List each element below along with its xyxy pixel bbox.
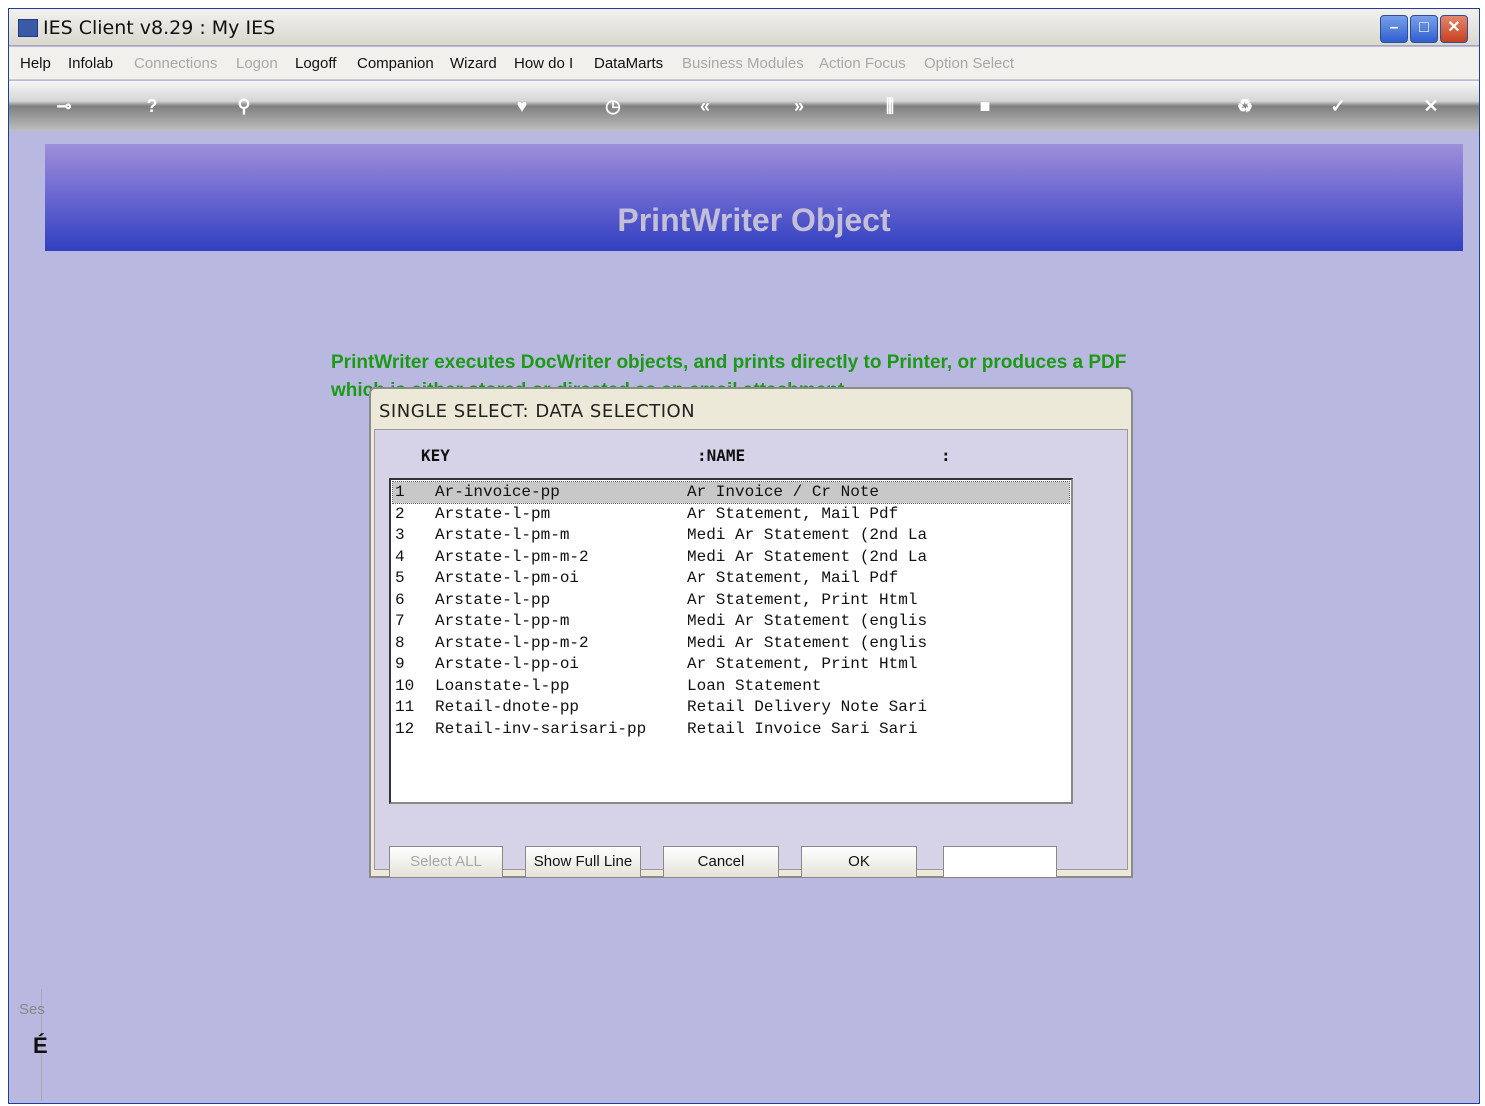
toolbar: ⊸ ? ⚲ ♥ ◷ « » ⫼ ■ ♻ ✓ ✕	[9, 81, 1479, 131]
cancel-button[interactable]: Cancel	[663, 846, 779, 878]
check-icon[interactable]: ✓	[1325, 93, 1351, 119]
row-key: Arstate-l-pp-m-2	[435, 633, 589, 652]
list-item[interactable]: 5 Arstate-l-pm-oi Ar Statement, Mail Pdf	[393, 568, 1069, 589]
row-name: Loan Statement	[687, 676, 822, 695]
selection-input[interactable]	[943, 846, 1057, 878]
list-item[interactable]: 2 Arstate-l-pm Ar Statement, Mail Pdf	[393, 504, 1069, 525]
row-name: Medi Ar Statement (2nd La	[687, 547, 928, 566]
column-header-name: :NAME	[697, 446, 746, 465]
row-name: Medi Ar Statement (englis	[687, 633, 928, 652]
row-name: Medi Ar Statement (englis	[687, 612, 928, 630]
row-name: Retail Invoice Sari Sari	[687, 719, 918, 738]
row-key: Ar-invoice-pp	[435, 483, 560, 501]
list-item[interactable]: 4 Arstate-l-pm-m-2 Medi Ar Statement (2nd …	[393, 547, 1069, 568]
row-key: Arstate-l-pp	[435, 590, 551, 609]
row-key: Retail-dnote-pp	[435, 698, 580, 716]
list-item[interactable]: 1 Ar-invoice-pp Ar Invoice / Cr Note	[392, 481, 1070, 504]
row-key: Retail-inv-sarisari-pp	[435, 719, 647, 738]
app-icon	[18, 19, 38, 37]
row-number: 12	[395, 719, 415, 738]
list-item[interactable]: 10 Loanstate-l-pp Loan Statement	[393, 676, 1069, 697]
title-bar[interactable]: IES Client v8.29 : My IES – □ ✕	[9, 9, 1479, 46]
row-number: 6	[395, 590, 405, 609]
column-header-key: KEY	[421, 446, 450, 465]
list-item[interactable]: 6 Arstate-l-pp Ar Statement, Print Html	[393, 590, 1069, 611]
help-icon[interactable]: ?	[139, 93, 165, 119]
row-key: Arstate-l-pm-oi	[435, 569, 580, 587]
menu-bar: Help Infolab Connections Logon Logoff Co…	[9, 47, 1479, 80]
row-name: Ar Statement, Mail Pdf	[687, 569, 899, 587]
row-number: 7	[395, 612, 405, 630]
row-name: Ar Statement, Print Html	[687, 590, 918, 609]
menu-logon[interactable]: Logon	[236, 55, 278, 72]
row-name: Retail Delivery Note Sari	[687, 698, 928, 716]
row-name: Ar Statement, Mail Pdf	[687, 504, 899, 523]
row-key: Arstate-l-pm-m	[435, 526, 570, 544]
row-key: Arstate-l-pp-m	[435, 612, 570, 630]
row-key: Arstate-l-pp-oi	[435, 655, 580, 673]
show-full-line-button[interactable]: Show Full Line	[525, 846, 641, 878]
menu-connections[interactable]: Connections	[134, 55, 217, 72]
recycle-icon[interactable]: ♻	[1232, 93, 1258, 119]
key-icon[interactable]: ⊸	[39, 93, 89, 119]
back-icon[interactable]: «	[692, 93, 718, 119]
select-all-button[interactable]: Select ALL	[389, 846, 503, 878]
row-name: Ar Statement, Print Html	[687, 655, 918, 673]
clock-icon[interactable]: ◷	[600, 93, 626, 119]
row-number: 2	[395, 504, 405, 523]
forward-icon[interactable]: »	[786, 93, 812, 119]
dialog-title: SINGLE SELECT: DATA SELECTION	[379, 401, 696, 422]
menu-help[interactable]: Help	[20, 55, 51, 72]
menu-datamarts[interactable]: DataMarts	[594, 55, 663, 72]
status-label: Ses	[19, 1001, 45, 1018]
search-icon[interactable]: ⚲	[231, 93, 257, 119]
minimize-button[interactable]: –	[1380, 15, 1408, 43]
row-key: Arstate-l-pm-m-2	[435, 547, 589, 566]
menu-companion[interactable]: Companion	[357, 55, 434, 72]
status-icon: É	[33, 1033, 48, 1058]
row-key: Loanstate-l-pp	[435, 676, 570, 695]
stop-icon[interactable]: ■	[972, 93, 998, 119]
row-number: 11	[395, 698, 415, 716]
row-number: 8	[395, 633, 405, 652]
close-icon[interactable]: ✕	[1418, 93, 1444, 119]
row-number: 10	[395, 676, 415, 695]
row-number: 1	[395, 483, 405, 501]
row-number: 5	[395, 569, 405, 587]
page-title: PrintWriter Object	[617, 202, 891, 238]
menu-business-modules[interactable]: Business Modules	[682, 55, 804, 72]
list-item[interactable]: 9 Arstate-l-pp-oi Ar Statement, Print Html	[393, 654, 1069, 675]
row-number: 3	[395, 526, 405, 544]
menu-wizard[interactable]: Wizard	[450, 55, 497, 72]
app-window: IES Client v8.29 : My IES – □ ✕ Help Inf…	[8, 8, 1480, 1104]
menu-infolab[interactable]: Infolab	[68, 55, 113, 72]
window-title: IES Client v8.29 : My IES	[43, 17, 276, 39]
row-number: 9	[395, 655, 405, 673]
heart-icon[interactable]: ♥	[509, 93, 535, 119]
menu-logoff[interactable]: Logoff	[295, 55, 336, 72]
row-key: Arstate-l-pm	[435, 504, 551, 523]
row-number: 4	[395, 547, 405, 566]
list-item[interactable]: 3 Arstate-l-pm-m Medi Ar Statement (2nd La	[393, 525, 1069, 546]
columns-icon[interactable]: ⫼	[877, 93, 903, 119]
close-window-button[interactable]: ✕	[1440, 15, 1468, 43]
ok-button[interactable]: OK	[801, 846, 917, 878]
list-item[interactable]: 12 Retail-inv-sarisari-pp Retail Invoice S…	[393, 719, 1069, 740]
column-header-extra: :	[941, 446, 951, 465]
dialog-body: KEY :NAME : 1 Ar-invoice-pp Ar Invoice / C…	[374, 429, 1128, 878]
selection-list[interactable]: 1 Ar-invoice-pp Ar Invoice / Cr Note 2 Arsta…	[389, 478, 1073, 804]
page-banner: PrintWriter Object	[45, 144, 1463, 251]
menu-action-focus[interactable]: Action Focus	[819, 55, 906, 72]
list-item[interactable]: 11 Retail-dnote-pp Retail Delivery Note Sa…	[393, 697, 1069, 718]
maximize-button[interactable]: □	[1410, 15, 1438, 43]
list-item[interactable]: 7 Arstate-l-pp-m Medi Ar Statement (englis	[393, 611, 1069, 632]
row-name: Medi Ar Statement (2nd La	[687, 526, 928, 544]
menu-option-select[interactable]: Option Select	[924, 55, 1014, 72]
row-name: Ar Invoice / Cr Note	[687, 483, 880, 501]
list-item[interactable]: 8 Arstate-l-pp-m-2 Medi Ar Statement (engl…	[393, 633, 1069, 654]
menu-how-do-i[interactable]: How do I	[514, 55, 573, 72]
select-dialog: SINGLE SELECT: DATA SELECTION KEY :NAME …	[369, 387, 1133, 878]
